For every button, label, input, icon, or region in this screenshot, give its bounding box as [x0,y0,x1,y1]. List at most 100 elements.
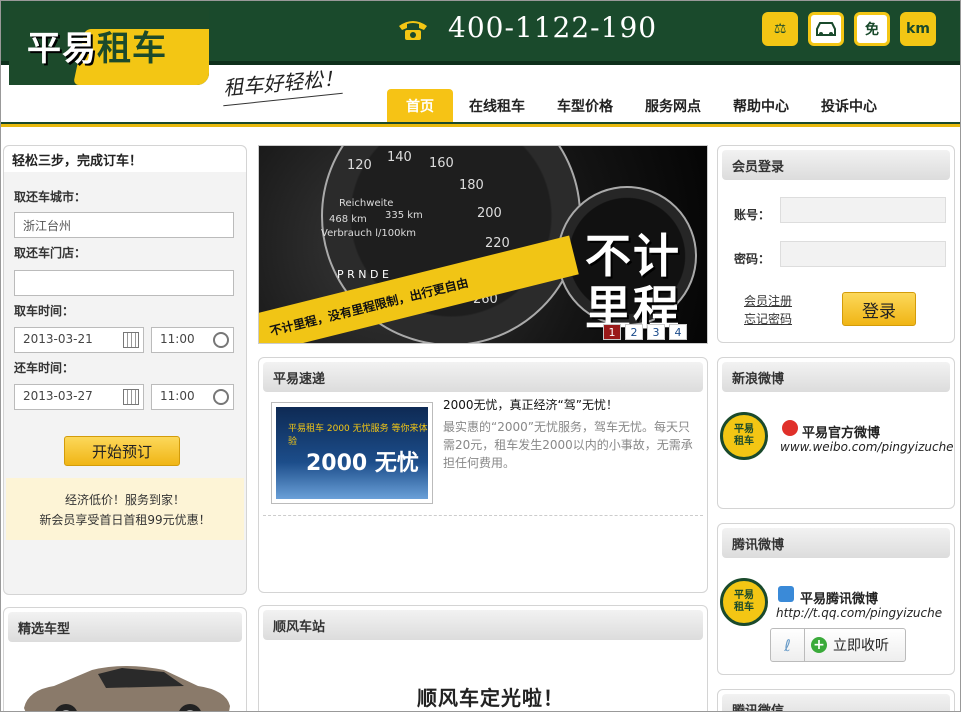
phone-icon [399,21,427,40]
news-thumbnail-text: 2000 无忧 [306,451,419,476]
clock-icon[interactable] [213,332,229,348]
clock-icon[interactable] [213,389,229,405]
news-thumbnail-caption: 平易租车 2000 无忧服务 等你来体验 [288,424,428,447]
nav-car-prices[interactable]: 车型价格 [541,89,629,123]
banner-page-4[interactable]: 4 [669,324,687,340]
return-label: 还车时间： [14,361,75,375]
brand-badge-line-1: 平易 [734,590,754,601]
car-icon[interactable] [808,12,844,46]
news-panel: 平易速递 平易租车 2000 无忧服务 等你来体验 2000 无忧 2000无忧… [258,357,708,593]
banner-headline-1: 不计 [585,229,681,283]
start-booking-button[interactable]: 开始预订 [64,436,180,466]
pickup-time-value: 11:00 [160,332,195,346]
news-thumbnail-image: 平易租车 2000 无忧服务 等你来体验 2000 无忧 [276,407,428,499]
brand-badge-line-2: 租车 [734,436,754,447]
pickup-date-value: 2013-03-21 [23,332,93,346]
tencent-weibo-icon [778,586,794,602]
banner-headline: 不计 里程 [585,230,681,334]
car-image[interactable] [14,656,234,712]
ride-share-message: 顺风车定光啦！ [417,686,564,710]
brand-badge: 平易 租车 [720,412,768,460]
nav-divider [1,122,960,127]
pickup-time-input[interactable]: 11:00 [151,327,234,353]
ride-share-panel: 顺风车站 顺风车定光啦！ [258,605,708,711]
page: 平易租车 租车好轻松！ 400-1122-190 ⚖ 免 km 首页 在线租车 … [0,0,961,712]
calendar-icon[interactable] [123,332,139,348]
km-icon[interactable]: km [900,12,936,46]
nav-complaints[interactable]: 投诉中心 [805,89,893,123]
wechat-panel: 腾讯微信 [717,689,955,711]
promo-box: 经济低价！服务到家！ 新会员享受首日首租99元优惠！ [6,478,244,540]
logo-text-2: 租车 [97,29,167,69]
ear-icon: ℓ [771,629,805,661]
logo[interactable]: 平易租车 [9,7,209,85]
hero-banner[interactable]: 120 140 160 180 200 220 240 260 Reichwei… [258,145,708,344]
gauge-number: 160 [429,156,454,171]
banner-page-1[interactable]: 1 [603,324,621,340]
sina-account-name[interactable]: 平易官方微博 [802,422,880,441]
return-time-input[interactable]: 11:00 [151,384,234,410]
news-title: 平易速递 [263,362,703,392]
logo-text-1: 平易 [27,29,97,69]
nav-service-locations[interactable]: 服务网点 [629,89,717,123]
nav-help-center[interactable]: 帮助中心 [717,89,805,123]
pickup-label: 取车时间： [14,304,75,318]
return-date-input[interactable]: 2013-03-27 [14,384,144,410]
header-icons: ⚖ 免 km [762,12,936,46]
account-input[interactable] [780,197,946,223]
tencent-weibo-panel: 腾讯微博 平易 租车 平易腾讯微博 http://t.qq.com/pingyi… [717,523,955,675]
brand-badge-line-2: 租车 [734,602,754,613]
city-input[interactable]: 浙江台州 [14,212,234,238]
tencent-account-name[interactable]: 平易腾讯微博 [800,588,878,607]
gauge-number: 200 [477,206,502,221]
password-input[interactable] [780,241,946,267]
gear-indicator: P R N D E [337,268,389,281]
login-button[interactable]: 登录 [842,292,916,326]
gauge-number: 220 [485,236,510,251]
nav-home[interactable]: 首页 [387,89,453,123]
dash-text: 335 km [385,210,423,221]
brand-badge: 平易 租车 [720,578,768,626]
gavel-icon[interactable]: ⚖ [762,12,798,46]
hotline-number: 400-1122-190 [448,11,658,44]
follow-button[interactable]: ℓ + 立即收听 [770,628,906,662]
banner-page-2[interactable]: 2 [625,324,643,340]
featured-cars-title: 精选车型 [8,612,242,642]
banner-pager: 1 2 3 4 [603,324,687,340]
forgot-password-link[interactable]: 忘记密码 [744,310,792,327]
brand-badge-line-1: 平易 [734,424,754,435]
calendar-icon[interactable] [123,389,139,405]
dash-text: Reichweite [339,198,394,209]
gauge-number: 180 [459,178,484,193]
follow-label: 立即收听 [833,638,889,654]
booking-title: 轻松三步，完成订车！ [4,146,246,172]
news-thumbnail[interactable]: 平易租车 2000 无忧服务 等你来体验 2000 无忧 [271,402,433,504]
booking-panel: 轻松三步，完成订车！ 取还车城市： 浙江台州 取还车门店： 取车时间： 2013… [3,145,247,595]
weibo-icon [782,420,798,436]
free-icon[interactable]: 免 [854,12,890,46]
tencent-url[interactable]: http://t.qq.com/pingyizuche [776,606,942,620]
promo-line-1: 经济低价！服务到家！ [64,493,185,507]
login-title: 会员登录 [722,150,950,180]
sina-url[interactable]: www.weibo.com/pingyizuche [780,440,954,454]
pickup-date-input[interactable]: 2013-03-21 [14,327,144,353]
dash-text: 468 km [329,214,367,225]
featured-cars-panel: 精选车型 [3,607,247,712]
nav-online-rental[interactable]: 在线租车 [453,89,541,123]
banner-page-3[interactable]: 3 [647,324,665,340]
register-link[interactable]: 会员注册 [744,292,792,309]
return-time-value: 11:00 [160,389,195,403]
news-divider [263,515,703,516]
dash-text: Verbrauch l/100km [321,228,417,239]
store-input[interactable] [14,270,234,296]
return-date-value: 2013-03-27 [23,389,93,403]
wechat-title: 腾讯微信 [722,694,950,711]
main-nav: 首页 在线租车 车型价格 服务网点 帮助中心 投诉中心 [387,89,893,123]
gauge-number: 120 [347,158,372,173]
login-panel: 会员登录 账号： 密码： 会员注册 忘记密码 登录 [717,145,955,343]
city-label: 取还车城市： [14,190,87,204]
news-item-title[interactable]: 2000无忧，真正经济“驾”无忧！ [443,396,618,413]
gauge-number: 140 [387,150,412,165]
plus-icon: + [811,637,827,653]
promo-line-2: 新会员享受首日首租99元优惠！ [39,513,211,527]
